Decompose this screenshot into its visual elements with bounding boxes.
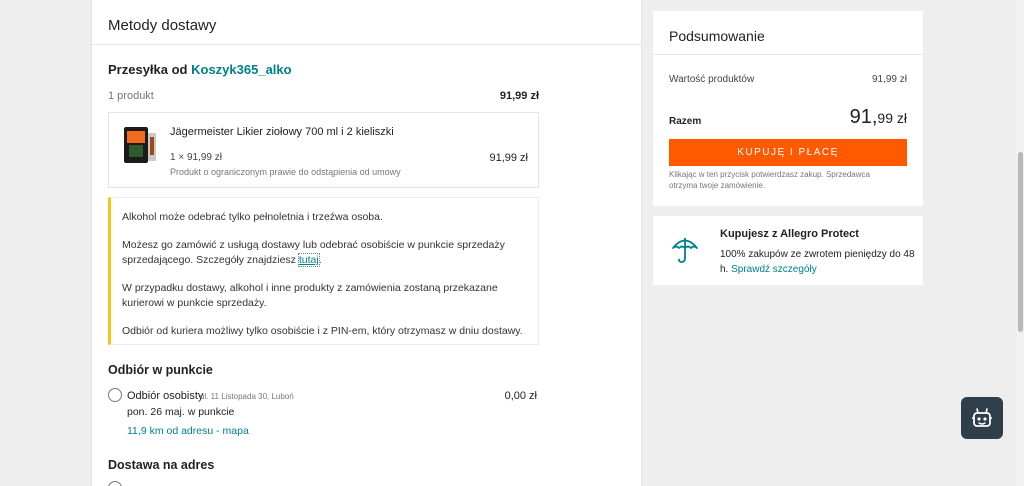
- product-card: Jägermeister Likier ziołowy 700 ml i 2 k…: [108, 112, 539, 188]
- product-price: 91,99 zł: [489, 152, 528, 164]
- protect-title: Kupujesz z Allegro Protect: [720, 228, 859, 240]
- total-fraction: 99 zł: [877, 110, 907, 126]
- allegro-protect-card: Kupujesz z Allegro Protect 100% zakupów …: [653, 216, 923, 285]
- umbrella-icon: [672, 238, 698, 263]
- info-paragraph-details: Możesz go zamówić z usługą dostawy lub o…: [122, 239, 505, 267]
- delivery-methods-title: Metody dostawy: [92, 0, 641, 45]
- pickup-price: 0,00 zł: [504, 390, 537, 402]
- products-value-label: Wartość produktów: [669, 74, 755, 85]
- product-thumbnail[interactable]: [123, 125, 157, 165]
- product-name[interactable]: Jägermeister Likier ziołowy 700 ml i 2 k…: [170, 126, 394, 138]
- details-link[interactable]: tutaj: [297, 253, 320, 267]
- info-paragraph: Alkohol może odebrać tylko pełnoletnia i…: [122, 211, 383, 223]
- pickup-date: pon. 26 maj. w punkcie: [127, 406, 235, 418]
- product-count-row: 1 produkt 91,99 zł: [108, 90, 539, 102]
- seller-link[interactable]: Koszyk365_alko: [191, 62, 291, 77]
- products-value: 91,99 zł: [871, 74, 907, 85]
- total-main: 91,: [849, 106, 878, 128]
- info-paragraph: Odbiór od kuriera możliwy tylko osobiści…: [122, 325, 523, 337]
- address-delivery-title: Dostawa na adres: [108, 458, 215, 472]
- summary-title: Podsumowanie: [653, 11, 923, 55]
- pickup-map-link[interactable]: 11,9 km od adresu - mapa: [127, 425, 249, 437]
- protect-details-link[interactable]: Sprawdź szczegóły: [731, 264, 817, 275]
- info-paragraph: W przypadku dostawy, alkohol i inne prod…: [122, 282, 498, 309]
- product-note: Produkt o ograniczonym prawie do odstąpi…: [170, 167, 401, 177]
- alcohol-info-box: Alkohol może odebrać tylko pełnoletnia i…: [108, 197, 539, 345]
- protect-text: 100% zakupów ze zwrotem pieniędzy do 48 …: [720, 249, 915, 275]
- assistant-button[interactable]: [961, 397, 1003, 439]
- summary-card: Podsumowanie Wartość produktów 91,99 zł …: [653, 11, 923, 206]
- pickup-option-name[interactable]: Odbiór osobisty: [127, 390, 203, 402]
- shipment-seller-line: Przesyłka od Koszyk365_alko: [108, 62, 292, 77]
- product-qty-price: 1 × 91,99 zł: [170, 152, 222, 163]
- total-label: Razem: [669, 116, 702, 127]
- scrollbar-thumb[interactable]: [1018, 152, 1023, 332]
- product-count: 1 produkt: [108, 90, 154, 102]
- pickup-section-title: Odbiór w punkcie: [108, 363, 213, 377]
- total-value: 91,99 zł: [850, 106, 907, 129]
- buy-note: Klikając w ten przycisk potwierdzasz zak…: [669, 170, 870, 190]
- shipment-subtotal: 91,99 zł: [499, 90, 539, 102]
- delivery-methods-panel: Metody dostawy Przesyłka od Koszyk365_al…: [91, 0, 642, 486]
- robot-icon: [972, 408, 992, 427]
- address-delivery-radio[interactable]: [108, 481, 122, 486]
- pickup-radio[interactable]: [108, 388, 122, 402]
- page-scrollbar[interactable]: [1017, 0, 1024, 486]
- shipment-prefix: Przesyłka od: [108, 62, 188, 77]
- pickup-address: ul. 11 Listopada 30, Luboń: [200, 392, 294, 401]
- buy-and-pay-button[interactable]: KUPUJĘ I PŁACĘ: [669, 139, 907, 166]
